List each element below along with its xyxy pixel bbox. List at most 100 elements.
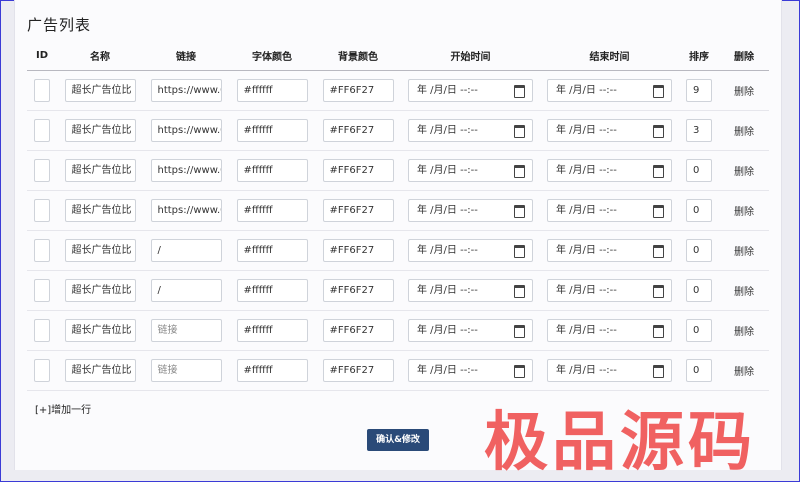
font-color-input[interactable]: #ffffff <box>236 279 308 302</box>
delete-link[interactable]: 删除 <box>734 247 754 258</box>
calendar-icon[interactable] <box>653 245 664 258</box>
table-row: 超长广告位比 链接 #ffffff #FF6F27 年 /月/日 --:-- 年 /月/日… <box>27 310 769 351</box>
calendar-icon[interactable] <box>653 365 664 378</box>
sort-input[interactable]: 0 <box>686 199 712 222</box>
calendar-icon[interactable] <box>514 325 525 338</box>
name-input[interactable]: 超长广告位比 <box>64 159 136 182</box>
sort-input[interactable]: 0 <box>686 319 712 342</box>
calendar-icon[interactable] <box>514 165 525 178</box>
bg-color-input[interactable]: #FF6F27 <box>322 319 394 342</box>
bg-color-input[interactable]: #FF6F27 <box>322 79 394 102</box>
end-time-input[interactable]: 年 /月/日 --:-- <box>547 199 672 222</box>
name-input[interactable]: 超长广告位比 <box>64 119 136 142</box>
name-input[interactable]: 超长广告位比 <box>64 239 136 262</box>
delete-link[interactable]: 删除 <box>734 87 754 98</box>
bg-color-input[interactable]: #FF6F27 <box>322 239 394 262</box>
calendar-icon[interactable] <box>514 85 525 98</box>
delete-link[interactable]: 删除 <box>734 287 754 298</box>
start-time-input[interactable]: 年 /月/日 --:-- <box>408 359 533 382</box>
end-time-input[interactable]: 年 /月/日 --:-- <box>547 159 672 182</box>
start-time-input[interactable]: 年 /月/日 --:-- <box>408 79 533 102</box>
calendar-icon[interactable] <box>514 365 525 378</box>
font-color-input[interactable]: #ffffff <box>236 79 308 102</box>
calendar-icon[interactable] <box>514 125 525 138</box>
bg-color-input[interactable]: #FF6F27 <box>322 199 394 222</box>
sort-input[interactable]: 0 <box>686 279 712 302</box>
id-input[interactable] <box>34 119 50 142</box>
font-color-input[interactable]: #ffffff <box>236 359 308 382</box>
sort-input[interactable]: 0 <box>686 239 712 262</box>
link-input[interactable]: https://www.0 <box>150 159 222 182</box>
sort-input[interactable]: 3 <box>686 119 712 142</box>
link-input[interactable]: https://www.0 <box>150 119 222 142</box>
cell-bg-color: #FF6F27 <box>315 310 401 351</box>
name-input[interactable]: 超长广告位比 <box>64 359 136 382</box>
start-time-input[interactable]: 年 /月/日 --:-- <box>408 239 533 262</box>
link-input[interactable]: / <box>150 239 222 262</box>
calendar-icon[interactable] <box>653 325 664 338</box>
end-time-text: 年 /月/日 --:-- <box>556 365 617 376</box>
link-input[interactable]: https://www.0 <box>150 79 222 102</box>
start-time-input[interactable]: 年 /月/日 --:-- <box>408 319 533 342</box>
calendar-icon[interactable] <box>514 245 525 258</box>
sort-input[interactable]: 9 <box>686 79 712 102</box>
delete-link[interactable]: 删除 <box>734 327 754 338</box>
add-row-link[interactable]: [+]增加一行 <box>35 401 91 416</box>
name-input[interactable]: 超长广告位比 <box>64 279 136 302</box>
delete-link[interactable]: 删除 <box>734 367 754 378</box>
calendar-icon[interactable] <box>653 85 664 98</box>
sort-input[interactable]: 0 <box>686 159 712 182</box>
delete-link[interactable]: 删除 <box>734 207 754 218</box>
id-input[interactable] <box>34 159 50 182</box>
end-time-input[interactable]: 年 /月/日 --:-- <box>547 119 672 142</box>
bg-color-input[interactable]: #FF6F27 <box>322 159 394 182</box>
font-color-input[interactable]: #ffffff <box>236 159 308 182</box>
cell-end-time: 年 /月/日 --:-- <box>540 70 679 111</box>
cell-bg-color: #FF6F27 <box>315 270 401 311</box>
id-input[interactable] <box>34 199 50 222</box>
end-time-input[interactable]: 年 /月/日 --:-- <box>547 359 672 382</box>
start-time-input[interactable]: 年 /月/日 --:-- <box>408 279 533 302</box>
name-input[interactable]: 超长广告位比 <box>64 199 136 222</box>
id-input[interactable] <box>34 279 50 302</box>
table-row: 超长广告位比 链接 #ffffff #FF6F27 年 /月/日 --:-- 年 /月/日… <box>27 350 769 391</box>
calendar-icon[interactable] <box>653 125 664 138</box>
confirm-modify-button[interactable]: 确认&修改 <box>367 429 429 451</box>
ad-table: ID 名称 链接 字体颜色 背景颜色 开始时间 结束时间 排序 删除 超长广告位比 https:/… <box>27 40 769 391</box>
delete-link[interactable]: 删除 <box>734 167 754 178</box>
end-time-input[interactable]: 年 /月/日 --:-- <box>547 319 672 342</box>
name-input[interactable]: 超长广告位比 <box>64 79 136 102</box>
end-time-input[interactable]: 年 /月/日 --:-- <box>547 79 672 102</box>
start-time-input[interactable]: 年 /月/日 --:-- <box>408 199 533 222</box>
start-time-input[interactable]: 年 /月/日 --:-- <box>408 119 533 142</box>
cell-delete: 删除 <box>719 150 769 191</box>
name-input[interactable]: 超长广告位比 <box>64 319 136 342</box>
font-color-input[interactable]: #ffffff <box>236 319 308 342</box>
calendar-icon[interactable] <box>514 205 525 218</box>
link-input[interactable]: 链接 <box>150 359 222 382</box>
end-time-input[interactable]: 年 /月/日 --:-- <box>547 279 672 302</box>
id-input[interactable] <box>34 79 50 102</box>
calendar-icon[interactable] <box>653 165 664 178</box>
id-input[interactable] <box>34 359 50 382</box>
font-color-input[interactable]: #ffffff <box>236 119 308 142</box>
link-input[interactable]: 链接 <box>150 319 222 342</box>
cell-font-color: #ffffff <box>229 230 315 271</box>
font-color-input[interactable]: #ffffff <box>236 239 308 262</box>
calendar-icon[interactable] <box>653 285 664 298</box>
font-color-input[interactable]: #ffffff <box>236 199 308 222</box>
sort-input[interactable]: 0 <box>686 359 712 382</box>
id-input[interactable] <box>34 319 50 342</box>
link-input[interactable]: https://www.0 <box>150 199 222 222</box>
id-input[interactable] <box>34 239 50 262</box>
bg-color-input[interactable]: #FF6F27 <box>322 279 394 302</box>
delete-link[interactable]: 删除 <box>734 127 754 138</box>
bg-color-input[interactable]: #FF6F27 <box>322 119 394 142</box>
end-time-input[interactable]: 年 /月/日 --:-- <box>547 239 672 262</box>
calendar-icon[interactable] <box>514 285 525 298</box>
link-input[interactable]: / <box>150 279 222 302</box>
bg-color-input[interactable]: #FF6F27 <box>322 359 394 382</box>
start-time-input[interactable]: 年 /月/日 --:-- <box>408 159 533 182</box>
cell-id <box>27 110 57 151</box>
calendar-icon[interactable] <box>653 205 664 218</box>
